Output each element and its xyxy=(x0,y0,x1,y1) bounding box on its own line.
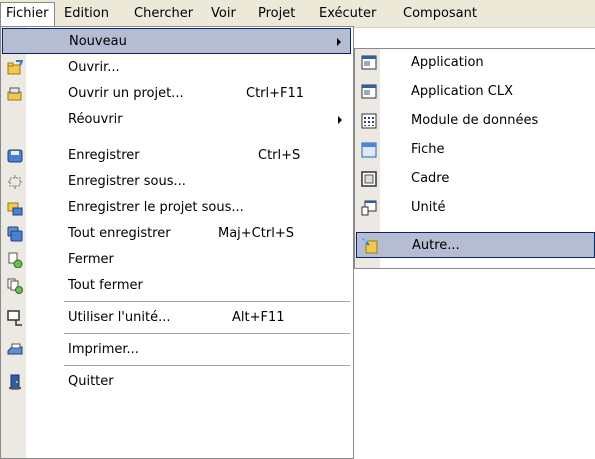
submenu-item-unite[interactable]: Unité xyxy=(356,195,595,221)
menu-item-nouveau[interactable]: Nouveau xyxy=(2,28,351,54)
shortcut-text: Ctrl+F11 xyxy=(246,86,305,101)
menu-voir[interactable]: Voir xyxy=(206,3,241,24)
menu-item-label: Réouvrir xyxy=(68,112,123,127)
submenu-item-module-donnees[interactable]: Module de données xyxy=(356,108,595,134)
menu-item-quitter[interactable]: Quitter xyxy=(2,369,351,395)
menu-item-enregistrer-projet-sous[interactable]: Enregistrer le projet sous... xyxy=(2,195,351,221)
submenu-item-label: Application xyxy=(411,55,484,70)
save-as-icon xyxy=(7,174,23,190)
menu-fichier[interactable]: Fichier xyxy=(0,2,55,27)
new-submenu: Application Application CLX Module de do… xyxy=(354,48,595,269)
menu-bar: Fichier Edition Chercher Voir Projet Exé… xyxy=(0,0,595,28)
menu-item-label: Tout enregistrer xyxy=(68,226,171,241)
save-all-icon xyxy=(7,226,23,242)
menu-item-label: Imprimer... xyxy=(68,342,139,357)
menu-projet[interactable]: Projet xyxy=(253,3,300,24)
menu-item-label: Enregistrer sous... xyxy=(68,174,186,189)
menu-item-tout-fermer[interactable]: Tout fermer xyxy=(2,273,351,299)
open-folder-icon xyxy=(7,60,23,76)
form-icon xyxy=(361,142,377,158)
menu-item-label: Fermer xyxy=(68,252,114,267)
menu-item-utiliser-unite[interactable]: Utiliser l'unité... Alt+F11 xyxy=(2,305,351,331)
menu-separator xyxy=(64,365,350,366)
close-file-icon xyxy=(7,252,23,268)
menu-composant[interactable]: Composant xyxy=(398,3,482,24)
submenu-item-label: Cadre xyxy=(411,171,450,186)
menu-item-ouvrir[interactable]: Ouvrir... xyxy=(2,55,351,81)
printer-icon xyxy=(7,342,23,358)
menu-item-label: Tout fermer xyxy=(68,278,143,293)
file-menu: Nouveau Ouvrir... Ouvrir un projet... Ct… xyxy=(0,26,354,459)
clx-application-icon xyxy=(361,84,377,100)
save-project-icon xyxy=(7,200,23,216)
menu-item-ouvrir-projet[interactable]: Ouvrir un projet... Ctrl+F11 xyxy=(2,81,351,107)
menu-item-imprimer[interactable]: Imprimer... xyxy=(2,337,351,363)
menu-item-label: Enregistrer le projet sous... xyxy=(68,200,244,215)
menu-executer[interactable]: Exécuter xyxy=(314,3,381,24)
shortcut-text: Maj+Ctrl+S xyxy=(218,226,294,241)
menu-item-enregistrer-sous[interactable]: Enregistrer sous... xyxy=(2,169,351,195)
menu-edition[interactable]: Edition xyxy=(59,3,114,24)
submenu-item-label: Application CLX xyxy=(411,84,513,99)
submenu-item-label: Autre... xyxy=(412,238,460,253)
submenu-item-label: Unité xyxy=(411,200,446,215)
menu-chercher[interactable]: Chercher xyxy=(129,3,198,24)
close-all-icon xyxy=(7,278,23,294)
submenu-item-fiche[interactable]: Fiche xyxy=(356,137,595,163)
menu-item-label: Ouvrir... xyxy=(68,60,120,75)
exit-door-icon xyxy=(7,374,23,390)
menu-item-label: Nouveau xyxy=(69,34,127,49)
application-window-icon xyxy=(361,55,377,71)
save-disk-icon xyxy=(7,148,23,164)
shortcut-text: Alt+F11 xyxy=(232,310,285,325)
submenu-item-label: Fiche xyxy=(411,142,445,157)
submenu-arrow-icon xyxy=(338,116,342,124)
shortcut-text: Ctrl+S xyxy=(258,148,301,163)
unit-icon xyxy=(361,200,377,216)
menu-item-enregistrer[interactable]: Enregistrer Ctrl+S xyxy=(2,143,351,169)
menu-item-fermer[interactable]: Fermer xyxy=(2,247,351,273)
submenu-arrow-icon xyxy=(337,38,341,46)
menu-separator xyxy=(64,301,350,302)
menu-item-label: Enregistrer xyxy=(68,148,140,163)
menu-item-reouvrir[interactable]: Réouvrir xyxy=(2,107,351,133)
submenu-item-application[interactable]: Application xyxy=(356,50,595,76)
use-unit-icon xyxy=(7,310,23,326)
open-project-icon xyxy=(7,86,23,102)
submenu-item-application-clx[interactable]: Application CLX xyxy=(356,79,595,105)
frame-icon xyxy=(361,171,377,187)
data-module-icon xyxy=(361,113,377,129)
submenu-item-autre[interactable]: Autre... xyxy=(356,232,595,258)
submenu-item-cadre[interactable]: Cadre xyxy=(356,166,595,192)
menu-item-label: Quitter xyxy=(68,374,114,389)
menu-item-label: Utiliser l'unité... xyxy=(68,310,171,325)
menu-separator xyxy=(64,333,350,334)
submenu-item-label: Module de données xyxy=(411,113,539,128)
other-wizard-icon xyxy=(362,238,378,254)
menu-item-tout-enregistrer[interactable]: Tout enregistrer Maj+Ctrl+S xyxy=(2,221,351,247)
menu-item-label: Ouvrir un projet... xyxy=(68,86,184,101)
